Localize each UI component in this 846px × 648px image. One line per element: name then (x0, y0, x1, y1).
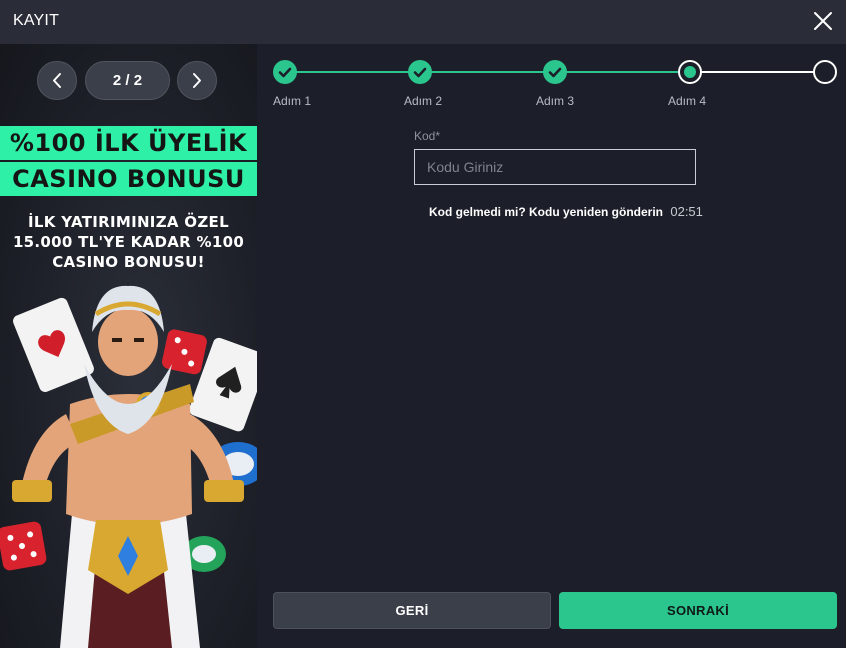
step-4-label: Adım 4 (668, 94, 707, 108)
promo-prev-button[interactable] (37, 61, 77, 100)
promo-next-button[interactable] (177, 61, 217, 100)
back-button[interactable]: GERİ (273, 592, 551, 629)
check-icon (278, 67, 292, 78)
step-4-indicator (678, 60, 702, 84)
modal-title: KAYIT (13, 12, 60, 29)
stepper-line-pending (690, 71, 825, 73)
promo-page-counter: 2 / 2 (85, 61, 170, 100)
promo-banner-line1: %100 İLK ÜYELİK (0, 126, 257, 160)
step-2-indicator (408, 60, 432, 84)
modal-header: KAYIT (0, 0, 846, 44)
step-1-label: Adım 1 (273, 94, 312, 108)
promo-banner-line2: CASINO BONUSU (0, 162, 257, 196)
chevron-right-icon (193, 73, 201, 88)
close-icon[interactable] (812, 10, 834, 32)
step-3-indicator (543, 60, 567, 84)
resend-timer: 02:51 (670, 204, 703, 219)
promo-subtitle-line1: İLK YATIRIMINIZA ÖZEL (28, 213, 229, 231)
check-icon (548, 67, 562, 78)
check-icon (413, 67, 427, 78)
promo-subtitle-line3: CASINO BONUSU! (52, 253, 205, 271)
chevron-left-icon (53, 73, 61, 88)
resend-code-link[interactable]: Kod gelmedi mi? Kodu yeniden gönderin (429, 205, 663, 219)
promo-subtitle-line2: 15.000 TL'YE KADAR %100 (12, 233, 245, 251)
next-button[interactable]: SONRAKİ (559, 592, 837, 629)
step-5-indicator (813, 60, 837, 84)
step-1-indicator (273, 60, 297, 84)
progress-stepper: Adım 1 Adım 2 Adım 3 Adım 4 (273, 60, 838, 110)
code-input[interactable] (414, 149, 696, 185)
step-3-label: Adım 3 (536, 94, 575, 108)
promo-panel: 2 / 2 %100 İLK ÜYELİK CASINO BONUSU İLK … (0, 44, 257, 648)
promo-pager: 2 / 2 (37, 61, 219, 100)
stepper-line-complete (285, 71, 690, 73)
registration-modal: KAYIT 2 / 2 %100 İLK ÜYELİK CASINO BONUS… (0, 0, 846, 648)
zeus-casino-illustration (0, 285, 257, 648)
code-field-label: Kod* (414, 129, 441, 143)
step-2-label: Adım 2 (404, 94, 443, 108)
resend-row: Kod gelmedi mi? Kodu yeniden gönderin 02… (429, 204, 703, 219)
